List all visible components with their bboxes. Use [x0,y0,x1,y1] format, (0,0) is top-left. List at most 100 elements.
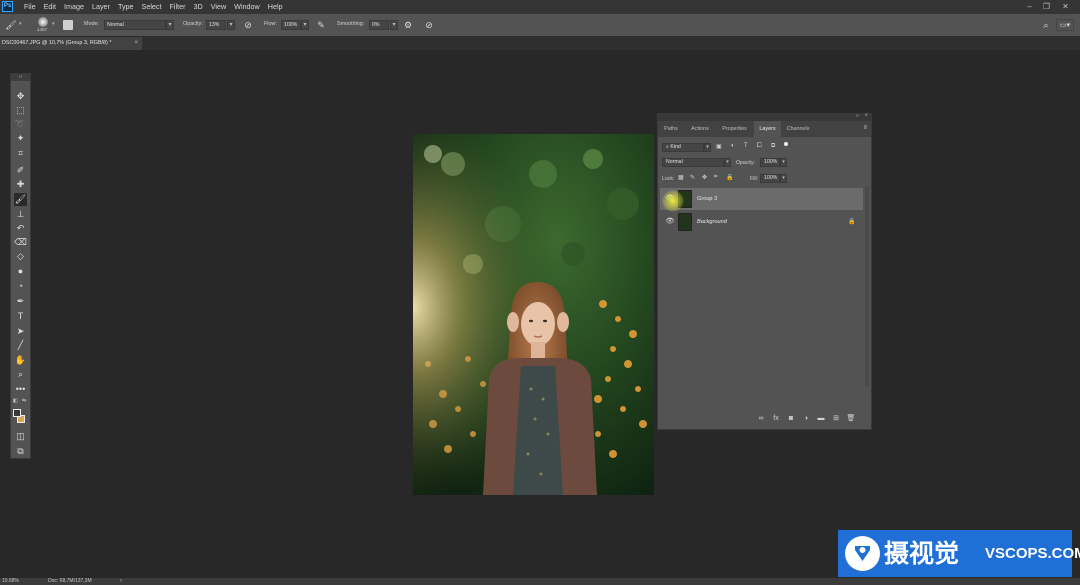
smoothing-dropdown-icon[interactable]: ▾ [390,20,398,30]
menu-select[interactable]: Select [138,0,166,14]
adjustment-layer-icon[interactable]: ◑ [801,414,811,424]
quick-mask-icon[interactable]: ◫ [14,430,27,443]
history-brush-tool-icon[interactable]: ↶ [14,222,27,235]
healing-brush-tool-icon[interactable]: ✚ [14,178,27,191]
new-group-icon[interactable]: ▬ [816,414,826,424]
zoom-level[interactable]: 10.68% [2,578,19,585]
tab-properties[interactable]: Properties [716,121,753,137]
layers-scrollbar[interactable] [865,186,869,386]
lock-transparent-icon[interactable]: ▦ [678,174,684,181]
filter-dropdown-icon[interactable]: ▾ [704,143,711,152]
gear-icon[interactable]: ⚙ [402,19,414,31]
mode-select[interactable]: Normal [104,20,166,30]
blend-mode-dropdown-icon[interactable]: ▾ [724,158,731,167]
move-tool-icon[interactable]: ✥ [14,90,27,103]
pressure-size-icon[interactable]: ⊘ [423,19,435,31]
screen-mode-icon[interactable]: ⧉ [14,445,27,458]
opacity-input[interactable]: 13% [206,20,226,30]
menu-3d[interactable]: 3D [190,0,207,14]
tab-channels[interactable]: Channels [782,121,814,137]
status-menu-arrow-icon[interactable]: › [120,578,122,585]
menu-image[interactable]: Image [60,0,88,14]
tab-actions[interactable]: Actions [685,121,715,137]
type-tool-icon[interactable]: T [14,310,27,323]
new-layer-icon[interactable]: ⊞ [831,414,841,424]
panel-close-icon[interactable]: × [864,113,868,119]
crop-tool-icon[interactable]: ⌗ [14,147,27,160]
layer-row-background[interactable]: 👁 Background 🔒 [660,211,863,233]
blend-mode-select[interactable]: Normal [662,158,724,167]
swap-colors-icon[interactable]: ⇆ [22,398,26,404]
fill-input[interactable]: 100% [760,174,780,183]
flow-dropdown-icon[interactable]: ▾ [301,20,309,30]
filter-shape-icon[interactable]: ⧠ [757,143,762,150]
line-tool-icon[interactable]: ╱ [14,339,27,352]
document-canvas[interactable] [413,134,654,495]
eyedropper-tool-icon[interactable]: ✐ [14,164,27,177]
brush-tool-preset-icon[interactable]: 🖌 [5,19,17,31]
brush-tool-icon[interactable]: 🖌 [14,193,27,206]
opacity-dropdown-icon[interactable]: ▾ [227,20,235,30]
menu-filter[interactable]: Filter [166,0,190,14]
lock-artboard-icon[interactable]: ⌗ [714,174,717,181]
filter-type-icon[interactable]: T [744,143,748,149]
menu-help[interactable]: Help [264,0,287,14]
add-mask-icon[interactable]: ◙ [786,414,796,424]
menu-window[interactable]: Window [230,0,264,14]
marquee-tool-icon[interactable]: ⬚ [14,104,27,117]
menu-edit[interactable]: Edit [40,0,60,14]
filter-smart-object-icon[interactable]: ⧉ [771,143,775,150]
path-selection-tool-icon[interactable]: ➤ [14,325,27,338]
brush-settings-panel-icon[interactable] [63,20,73,30]
visibility-eye-icon[interactable]: 👁 [665,217,675,227]
paint-bucket-tool-icon[interactable]: ◇ [14,250,27,263]
delete-layer-icon[interactable]: 🗑 [846,414,856,424]
quick-selection-tool-icon[interactable]: ✦ [14,132,27,145]
smoothing-input[interactable]: 0% [369,20,389,30]
search-icon[interactable]: ⌕ [1040,19,1052,31]
document-tab[interactable]: DSC00467.JPG @ 10,7% (Group 3, RGB/8) * … [0,37,142,50]
airbrush-icon[interactable]: ✎ [315,19,327,31]
restore-button[interactable]: ❐ [1042,2,1051,11]
minimize-button[interactable]: – [1025,2,1034,11]
fill-dropdown-icon[interactable]: ▾ [780,174,787,183]
layer-row-group-3[interactable]: 👁 Group 3 [660,188,863,210]
panel-menu-icon[interactable]: ≡ [863,125,867,131]
menu-type[interactable]: Type [114,0,138,14]
layer-filter-select[interactable]: ⌕ Kind [662,143,704,152]
menu-file[interactable]: File [20,0,40,14]
default-colors-icon[interactable]: ◧ [13,398,18,404]
layer-style-icon[interactable]: fx [771,414,781,424]
panel-collapse-icon[interactable]: ›› [856,113,859,119]
pen-tool-icon[interactable]: ✒ [14,295,27,308]
clone-stamp-tool-icon[interactable]: ⊥ [14,208,27,221]
workspace-icon[interactable]: ▭▾ [1056,19,1074,31]
close-window-button[interactable]: ✕ [1061,2,1070,11]
hand-tool-icon[interactable]: ✋ [14,354,27,367]
brush-preview-icon[interactable] [38,17,48,27]
eraser-tool-icon[interactable]: ⌫ [14,236,27,249]
filter-pixel-icon[interactable]: ▣ [716,143,722,150]
menu-view[interactable]: View [207,0,230,14]
blur-tool-icon[interactable]: ● [14,265,27,278]
layer-opacity-input[interactable]: 100% [760,158,780,167]
filter-adjustment-icon[interactable]: ◑ [730,143,734,149]
tab-paths[interactable]: Paths [658,121,684,137]
filter-toggle-icon[interactable] [784,142,788,146]
dodge-tool-icon[interactable]: ◔ [14,280,27,293]
lock-all-icon[interactable]: 🔒 [726,174,733,181]
zoom-tool-icon[interactable]: ⌕ [14,368,27,381]
menu-layer[interactable]: Layer [88,0,114,14]
tools-panel-collapse-icon[interactable]: ‹‹ [11,74,30,81]
layer-opacity-dropdown-icon[interactable]: ▾ [780,158,787,167]
pressure-opacity-icon[interactable]: ⊘ [242,19,254,31]
link-layers-icon[interactable]: ∞ [756,414,766,424]
close-tab-icon[interactable]: × [134,37,138,50]
lock-image-icon[interactable]: ✎ [690,174,695,181]
flow-input[interactable]: 100% [281,20,301,30]
chevron-down-icon[interactable]: ▾ [19,21,22,27]
lock-position-icon[interactable]: ✥ [702,174,707,181]
tab-layers[interactable]: Layers [754,121,781,137]
more-tools-icon[interactable]: ••• [14,383,27,396]
lasso-tool-icon[interactable]: ➰ [14,118,27,131]
